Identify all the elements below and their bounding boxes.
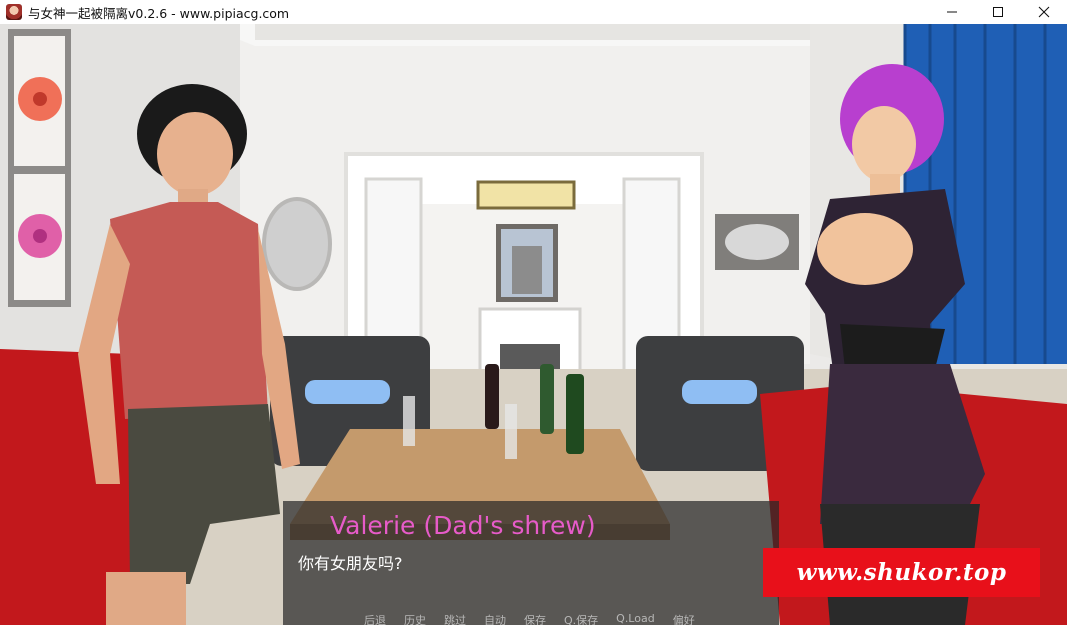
quick-menu-auto[interactable]: 自动 bbox=[484, 612, 506, 625]
quick-menu-back[interactable]: 后退 bbox=[364, 612, 386, 625]
minimize-icon bbox=[947, 11, 957, 13]
window-titlebar: 与女神一起被隔离v0.2.6 - www.pipiacg.com bbox=[0, 0, 1067, 24]
minimize-button[interactable] bbox=[929, 0, 975, 24]
window-title: 与女神一起被隔离v0.2.6 - www.pipiacg.com bbox=[28, 5, 290, 21]
maximize-icon bbox=[993, 7, 1003, 17]
quick-menu-history[interactable]: 历史 bbox=[404, 612, 426, 625]
dialogue-text: 你有女朋友吗? bbox=[298, 554, 403, 573]
game-scene[interactable]: Valerie (Dad's shrew) 你有女朋友吗? www.shukor… bbox=[0, 24, 1067, 625]
maximize-button[interactable] bbox=[975, 0, 1021, 24]
quick-menu-skip[interactable]: 跳过 bbox=[444, 612, 466, 625]
close-icon bbox=[1038, 6, 1050, 18]
watermark-text: www.shukor.top bbox=[796, 559, 1007, 586]
quick-menu-save[interactable]: 保存 bbox=[524, 612, 546, 625]
quick-menu-prefs[interactable]: 偏好 bbox=[673, 612, 695, 625]
quick-menu-qload[interactable]: Q.Load bbox=[616, 612, 655, 625]
game-app-icon bbox=[6, 4, 22, 20]
quick-menu: 后退 历史 跳过 自动 保存 Q.保存 Q.Load 偏好 bbox=[364, 612, 713, 625]
speaker-name: Valerie (Dad's shrew) bbox=[330, 511, 596, 540]
watermark-banner: www.shukor.top bbox=[763, 548, 1040, 597]
quick-menu-qsave[interactable]: Q.保存 bbox=[564, 612, 598, 625]
window-controls bbox=[929, 0, 1067, 24]
close-button[interactable] bbox=[1021, 0, 1067, 24]
